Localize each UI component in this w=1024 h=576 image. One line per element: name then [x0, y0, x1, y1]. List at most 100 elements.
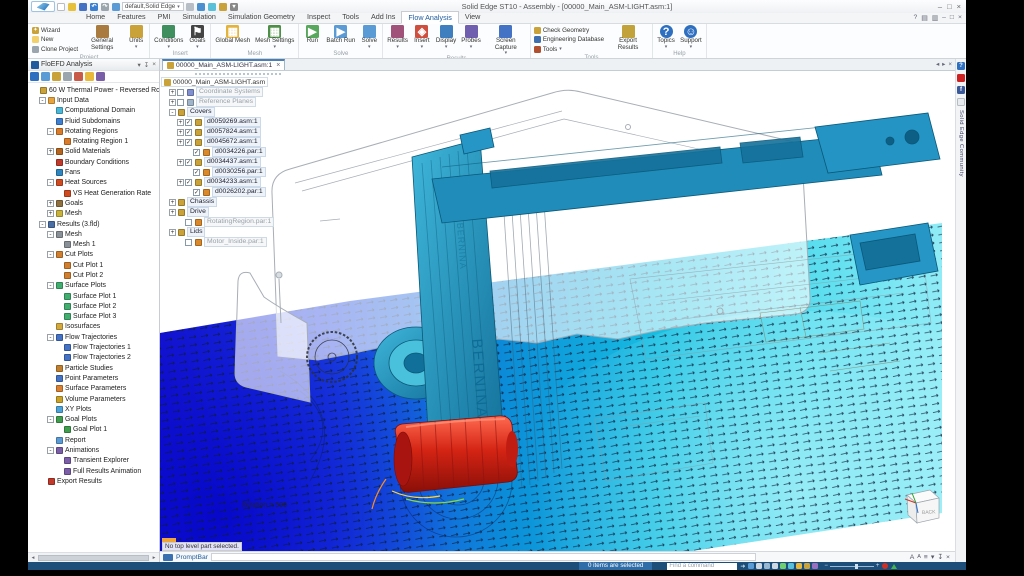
checkbox-checked[interactable]: ✓: [185, 178, 192, 186]
pathfinder-item-motor-inside-par-1[interactable]: Motor_Inside.par:1: [161, 237, 315, 247]
floefd-tree-item-surface-plot-3[interactable]: Surface Plot 3: [30, 312, 159, 322]
application-button[interactable]: [31, 1, 55, 12]
prompt-menu-icon[interactable]: ≡: [924, 554, 928, 561]
pathfinder-item-rotatingregion-par-1[interactable]: RotatingRegion.par:1: [161, 217, 315, 227]
tile-icon[interactable]: ▥: [932, 14, 938, 22]
tab-close-icon[interactable]: ×: [276, 62, 280, 69]
clone-project-button[interactable]: Clone Project: [32, 45, 78, 54]
collapse-icon[interactable]: -: [169, 108, 176, 116]
pathfinder-item-d0034233-asm-1[interactable]: + ✓ d0034233.asm:1: [161, 177, 315, 187]
font-increase-icon[interactable]: A: [910, 554, 915, 561]
floefd-tree-item-mesh[interactable]: + Mesh: [30, 209, 159, 219]
style-dropdown[interactable]: default,Solid Edge ▾: [122, 2, 184, 11]
floefd-tree-item-isosurfaces[interactable]: Isosurfaces: [30, 322, 159, 332]
checkbox-checked[interactable]: ✓: [185, 158, 192, 166]
expand-icon[interactable]: +: [47, 148, 54, 156]
checkbox-checked[interactable]: ✓: [185, 138, 192, 146]
tab-simulation-geometry[interactable]: Simulation Geometry: [222, 11, 301, 23]
prompt-close-icon[interactable]: ×: [946, 554, 950, 561]
view-styles-icon[interactable]: [804, 563, 811, 569]
wizard-button[interactable]: ✦ Wizard: [32, 26, 78, 35]
view-overrides-icon[interactable]: [197, 2, 205, 11]
collapse-icon[interactable]: -: [47, 127, 54, 135]
solve-button[interactable]: Solve ▾: [359, 25, 379, 49]
floefd-tree-item-heat-sources[interactable]: - Heat Sources: [30, 178, 159, 188]
checkbox-unchecked[interactable]: [185, 218, 192, 226]
help-badge-icon[interactable]: ?: [957, 62, 965, 70]
facebook-icon[interactable]: f: [957, 86, 965, 94]
zoom-icon[interactable]: [764, 563, 771, 569]
check-geometry-button[interactable]: Check Geometry: [533, 26, 604, 35]
floefd-tree-item-fluid-subdomains[interactable]: Fluid Subdomains: [30, 116, 159, 126]
select-options-icon[interactable]: [219, 2, 227, 11]
undo-icon[interactable]: ↶: [90, 2, 98, 11]
floefd-tree-item-cut-plots[interactable]: - Cut Plots: [30, 250, 159, 260]
checkbox-unchecked[interactable]: [185, 238, 192, 246]
export-results-button[interactable]: Export Results: [607, 25, 649, 51]
minimize-icon[interactable]: –: [938, 2, 942, 11]
flo-tree-icon[interactable]: [30, 72, 39, 81]
collapse-icon[interactable]: -: [47, 179, 54, 187]
collapse-icon[interactable]: -: [47, 230, 54, 238]
screen-capture-button[interactable]: Screen Capture ▾: [485, 25, 527, 56]
floefd-tree-item-input-data[interactable]: - Input Data: [30, 95, 159, 105]
save-icon[interactable]: [79, 2, 87, 11]
expand-icon[interactable]: +: [169, 88, 176, 96]
expand-icon[interactable]: +: [177, 178, 184, 186]
floefd-tree-item-full-results-animation[interactable]: Full Results Animation: [30, 466, 159, 476]
pathfinder-item-d0030256-par-1[interactable]: ✓ d0030256.par:1: [161, 167, 315, 177]
collapse-icon[interactable]: -: [47, 282, 54, 290]
floefd-tree-item-export-results[interactable]: Export Results: [30, 476, 159, 486]
flo-results-icon[interactable]: [96, 72, 105, 81]
checkbox-unchecked[interactable]: [177, 98, 184, 106]
floefd-tree-item-vs-heat-generation-rate[interactable]: VS Heat Generation Rate: [30, 188, 159, 198]
pathfinder-item-chassis[interactable]: + Chassis: [161, 197, 315, 207]
floefd-tree-item-surface-plot-2[interactable]: Surface Plot 2: [30, 301, 159, 311]
floefd-tree-item-goals[interactable]: + Goals: [30, 198, 159, 208]
expand-icon[interactable]: +: [177, 158, 184, 166]
goals-button[interactable]: ⚑ Goals ▾: [187, 25, 207, 49]
floefd-tree-item-mesh-1[interactable]: Mesh 1: [30, 239, 159, 249]
viewport-3d[interactable]: BERNINA BERNINA Iteration = 500 BACK 000…: [160, 71, 955, 551]
floefd-tree-item-results-3-fld[interactable]: - Results (3.fld): [30, 219, 159, 229]
run-button[interactable]: ▶ Run: [302, 25, 322, 45]
doc-restore-icon[interactable]: □: [950, 14, 954, 22]
flo-capture-icon[interactable]: [63, 72, 72, 81]
checkbox-unchecked[interactable]: [177, 88, 184, 96]
fit-view-icon[interactable]: [772, 563, 779, 569]
floefd-tree-item-surface-plots[interactable]: - Surface Plots: [30, 281, 159, 291]
display-button[interactable]: Display ▾: [435, 25, 457, 49]
units-button[interactable]: Units ▾: [126, 25, 146, 49]
rotate-icon[interactable]: [788, 563, 795, 569]
checkbox-checked[interactable]: ✓: [185, 118, 192, 126]
open-icon[interactable]: [68, 2, 76, 11]
floefd-tree-item-goal-plot-1[interactable]: Goal Plot 1: [30, 425, 159, 435]
new-button[interactable]: New: [32, 36, 78, 45]
expand-icon[interactable]: +: [169, 198, 176, 206]
floefd-tree-item-mesh[interactable]: - Mesh: [30, 229, 159, 239]
update-icon[interactable]: [891, 563, 898, 569]
floefd-tree-item-60-w-thermal-power-reversed-rotat[interactable]: 60 W Thermal Power - Reversed Rotat: [30, 85, 159, 95]
tab-add-ins[interactable]: Add Ins: [365, 11, 401, 23]
pan-icon[interactable]: [780, 563, 787, 569]
scroll-right-icon[interactable]: ▸: [150, 555, 158, 561]
collapse-icon[interactable]: -: [47, 333, 54, 341]
support-button[interactable]: ☺ Support ▾: [679, 25, 703, 49]
youtube-icon[interactable]: [957, 74, 965, 82]
engineering-database-button[interactable]: Engineering Database: [533, 36, 604, 45]
record-icon[interactable]: [882, 563, 889, 569]
pathfinder-item-lids[interactable]: + Lids: [161, 227, 315, 237]
floefd-tree-item-report[interactable]: Report: [30, 435, 159, 445]
common-views-icon[interactable]: [796, 563, 803, 569]
tab-features[interactable]: Features: [111, 11, 151, 23]
scrollbar-thumb[interactable]: [38, 554, 149, 561]
floefd-tree-item-cut-plot-1[interactable]: Cut Plot 1: [30, 260, 159, 270]
pathfinder-item-reference-planes[interactable]: + Reference Planes: [161, 97, 315, 107]
pathfinder-item-coordinate-systems[interactable]: + Coordinate Systems: [161, 87, 315, 97]
close-icon[interactable]: ×: [957, 2, 961, 11]
pathfinder-item-d0034437-asm-1[interactable]: + ✓ d0034437.asm:1: [161, 157, 315, 167]
conditions-button[interactable]: Conditions ▾: [153, 25, 184, 49]
mesh-settings-button[interactable]: ▦ Mesh Settings ▾: [254, 25, 295, 49]
floefd-tree-item-solid-materials[interactable]: + Solid Materials: [30, 147, 159, 157]
expand-icon[interactable]: +: [177, 138, 184, 146]
